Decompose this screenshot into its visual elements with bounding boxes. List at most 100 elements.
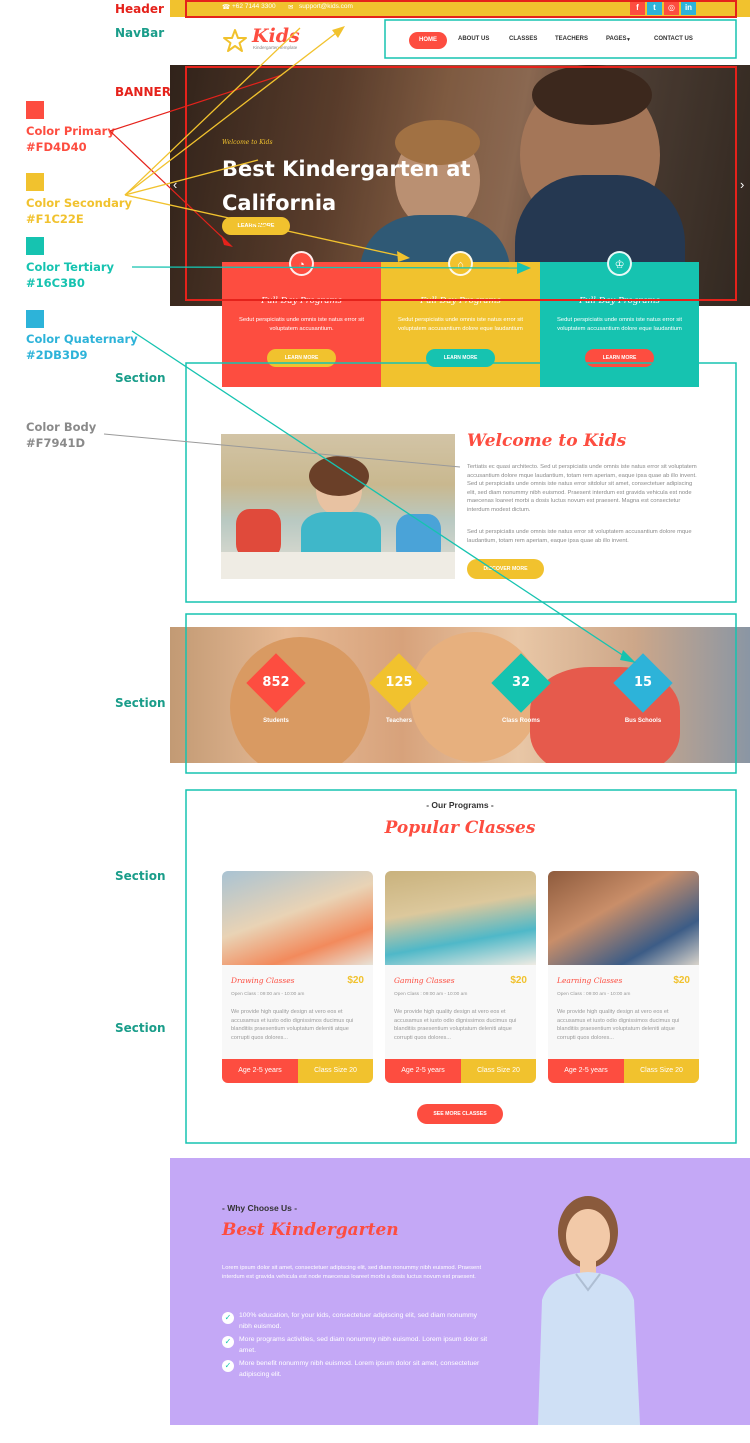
- section-annotation-label-4: Section: [115, 1021, 166, 1035]
- feature-title: Full Day Programs: [420, 296, 501, 306]
- why-choose-us-section: [170, 1158, 750, 1425]
- class-size-badge: Class Size 20: [624, 1059, 699, 1083]
- teacher-photo: [538, 1196, 640, 1425]
- chevron-down-icon[interactable]: ▼: [626, 37, 631, 43]
- stat-classrooms-value: 32: [511, 675, 531, 690]
- class-size-badge: Class Size 20: [461, 1059, 536, 1083]
- discover-more-button[interactable]: DISCOVER MORE: [467, 559, 544, 579]
- section-annotation-label-3: Section: [115, 869, 166, 883]
- nav-teachers[interactable]: TEACHERS: [555, 36, 588, 42]
- quaternary-color-name: Color Quaternary: [26, 332, 138, 346]
- nav-contact[interactable]: CONTACT US: [654, 36, 693, 42]
- why-point-1: 100% education, for your kids, consectet…: [239, 1312, 478, 1330]
- facebook-icon[interactable]: f: [630, 0, 645, 15]
- twitter-icon[interactable]: t: [647, 0, 662, 15]
- class-price: $20: [347, 975, 364, 986]
- check-icon: ✓: [222, 1360, 234, 1372]
- class-age-badge: Age 2-5 years: [222, 1059, 298, 1083]
- class-price: $20: [510, 975, 527, 986]
- banner-annotation-label: BANNER: [115, 85, 171, 99]
- nav-about[interactable]: ABOUT US: [458, 36, 489, 42]
- photo-desk: [221, 552, 455, 579]
- class-schedule: Open Class : 09:00 am - 10:00 am: [557, 992, 631, 997]
- feature-title: Full Day Programs: [579, 296, 660, 306]
- class-card-gaming[interactable]: Gaming Classes $20 Open Class : 09:00 am…: [385, 871, 536, 1083]
- programs-kicker: - Our Programs -: [426, 800, 494, 810]
- tertiary-color-hex: #16C3B0: [26, 276, 85, 290]
- welcome-paragraph-2: Sed ut perspiciatis unde omnis iste natu…: [467, 529, 692, 544]
- logo-star-icon[interactable]: [222, 28, 248, 54]
- home-icon: ⌂: [448, 251, 473, 276]
- feature-text: Sedut perspiciatis unde omnis iste natus…: [238, 317, 364, 332]
- why-point-2: More programs activities, sed diam nonum…: [239, 1336, 488, 1354]
- chevron-right-icon[interactable]: ›: [740, 177, 744, 192]
- feature-text: Sedut perspiciatis unde omnis iste natus…: [397, 317, 523, 332]
- stat-buses-value: 15: [633, 675, 653, 690]
- class-name[interactable]: Drawing Classes: [231, 976, 295, 985]
- section-annotation-label-2: Section: [115, 696, 166, 710]
- see-more-classes-button[interactable]: SEE MORE CLASSES: [417, 1104, 503, 1124]
- why-point-3: More benefit nonummy nibh euismod. Lorem…: [239, 1360, 480, 1378]
- banner-learn-more-button[interactable]: LEARN MORE: [222, 217, 290, 235]
- photo-girl-hair: [309, 456, 369, 496]
- logo-text[interactable]: Kids: [252, 25, 300, 47]
- email-address[interactable]: support@kids.com: [299, 3, 353, 10]
- programs-title: Popular Classes: [384, 818, 536, 838]
- nav-pages[interactable]: PAGES: [606, 36, 627, 42]
- class-card-photo: [222, 871, 373, 965]
- class-name[interactable]: Learning Classes: [557, 976, 622, 985]
- feature-box-1: ◔ Full Day Programs Sedut perspiciatis u…: [222, 251, 381, 387]
- class-schedule: Open Class : 09:00 am - 10:00 am: [231, 992, 305, 997]
- class-card-photo: [385, 871, 536, 965]
- why-kicker: - Why Choose Us -: [222, 1203, 298, 1213]
- trophy-icon: ♔: [607, 251, 632, 276]
- nav-classes[interactable]: CLASSES: [509, 36, 537, 42]
- feature-box-3: ♔ Full Day Programs Sedut perspiciatis u…: [540, 251, 699, 387]
- class-description: We provide high quality design at vero e…: [557, 1009, 680, 1041]
- class-card-photo: [548, 871, 699, 965]
- body-color-hex: #F7941D: [26, 436, 86, 450]
- stat-teachers-label: Teachers: [386, 718, 412, 724]
- banner-kicker: Welcome to Kids: [222, 139, 273, 146]
- check-icon: ✓: [222, 1336, 234, 1348]
- class-age-badge: Age 2-5 years: [385, 1059, 461, 1083]
- instagram-icon[interactable]: ◎: [664, 0, 679, 15]
- header-annotation-label: Header: [115, 2, 164, 16]
- stats-photo-child-1: [230, 637, 370, 763]
- class-price: $20: [673, 975, 690, 986]
- secondary-color-hex: #F1C22E: [26, 212, 84, 226]
- welcome-title: Welcome to Kids: [467, 431, 627, 451]
- phone-number[interactable]: +62 7144 3300: [232, 3, 276, 10]
- stat-students-value: 852: [262, 675, 290, 690]
- phone-icon: ☎: [222, 4, 231, 11]
- class-card-drawing[interactable]: Drawing Classes $20 Open Class : 09:00 a…: [222, 871, 373, 1083]
- feature-text: Sedut perspiciatis unde omnis iste natus…: [556, 317, 682, 332]
- feature-learn-more-button[interactable]: LEARN MORE: [426, 349, 495, 367]
- feature-learn-more-button[interactable]: LEARN MORE: [267, 349, 336, 367]
- stat-buses-label: Bus Schools: [624, 718, 662, 724]
- feature-learn-more-button[interactable]: LEARN MORE: [585, 349, 654, 367]
- linkedin-icon[interactable]: in: [681, 0, 696, 15]
- class-size-badge: Class Size 20: [298, 1059, 373, 1083]
- logo-tagline: Kindergarten template: [253, 45, 298, 50]
- navbar-annotation-label: NavBar: [115, 26, 165, 40]
- quaternary-color-swatch: [26, 310, 44, 328]
- class-card-learning[interactable]: Learning Classes $20 Open Class : 09:00 …: [548, 871, 699, 1083]
- banner-title-line2: California: [222, 191, 337, 215]
- primary-color-hex: #FD4D40: [26, 140, 87, 154]
- stat-students-label: Students: [263, 718, 289, 724]
- banner-title: Best Kindergarten at California: [222, 152, 502, 220]
- top-header-bar: ☎ +62 7144 3300 ✉ support@kids.com f t ◎…: [170, 0, 750, 17]
- chevron-left-icon[interactable]: ‹: [173, 177, 177, 192]
- mail-icon: ✉: [288, 4, 294, 11]
- class-name[interactable]: Gaming Classes: [394, 976, 455, 985]
- class-description: We provide high quality design at vero e…: [394, 1009, 517, 1041]
- primary-color-name: Color Primary: [26, 124, 115, 138]
- class-age-badge: Age 2-5 years: [548, 1059, 624, 1083]
- gauge-icon: ◔: [289, 251, 314, 276]
- stat-classrooms-label: Class Rooms: [501, 718, 540, 724]
- secondary-color-swatch: [26, 173, 44, 191]
- quaternary-color-hex: #2DB3D9: [26, 348, 88, 362]
- class-description: We provide high quality design at vero e…: [231, 1009, 354, 1041]
- nav-home[interactable]: HOME: [409, 32, 447, 49]
